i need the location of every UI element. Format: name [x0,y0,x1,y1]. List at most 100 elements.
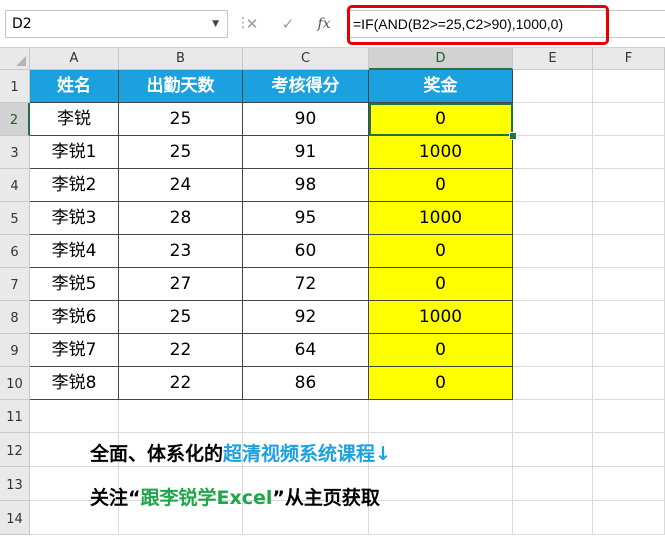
fill-handle[interactable] [509,132,517,140]
score-cell[interactable]: 92 [243,301,369,334]
column-header-c[interactable]: C [243,48,369,70]
bonus-cell[interactable]: 0 [369,268,513,301]
name-cell[interactable]: 李锐5 [30,268,119,301]
cancel-icon[interactable]: ✕ [240,12,264,36]
empty-cell[interactable] [513,268,593,301]
column-header-d[interactable]: D [369,48,513,70]
empty-cell[interactable] [513,235,593,268]
empty-cell[interactable] [513,169,593,202]
header-cell-score[interactable]: 考核得分 [243,70,369,103]
row-header-2[interactable]: 2 [0,103,30,136]
empty-cell[interactable] [119,400,243,433]
bonus-cell[interactable]: 0 [369,103,513,136]
column-header-f[interactable]: F [593,48,665,70]
empty-cell[interactable] [593,467,665,501]
attendance-cell[interactable]: 22 [119,367,243,400]
score-cell[interactable]: 95 [243,202,369,235]
empty-cell[interactable] [30,400,119,433]
enter-icon[interactable]: ✓ [276,12,300,36]
name-cell[interactable]: 李锐 [30,103,119,136]
empty-cell[interactable] [513,103,593,136]
empty-cell[interactable] [243,400,369,433]
bonus-cell[interactable]: 0 [369,235,513,268]
score-cell[interactable]: 72 [243,268,369,301]
empty-cell[interactable] [513,202,593,235]
name-cell[interactable]: 李锐8 [30,367,119,400]
empty-cell[interactable] [513,301,593,334]
attendance-cell[interactable]: 24 [119,169,243,202]
column-header-a[interactable]: A [30,48,119,70]
attendance-cell[interactable]: 25 [119,301,243,334]
bonus-cell[interactable]: 0 [369,367,513,400]
row-header-7[interactable]: 7 [0,268,30,301]
empty-cell[interactable] [513,136,593,169]
name-cell[interactable]: 李锐3 [30,202,119,235]
select-all-button[interactable] [0,48,30,70]
empty-cell[interactable] [593,400,665,433]
score-cell[interactable]: 98 [243,169,369,202]
empty-cell[interactable] [593,202,665,235]
bonus-cell[interactable]: 0 [369,169,513,202]
name-box[interactable]: D2 ▼ [5,10,228,38]
empty-cell[interactable] [593,268,665,301]
empty-cell[interactable] [513,400,593,433]
score-cell[interactable]: 91 [243,136,369,169]
empty-cell[interactable] [513,467,593,501]
row-header-14[interactable]: 14 [0,501,30,535]
empty-cell[interactable] [369,501,513,535]
bonus-cell[interactable]: 1000 [369,202,513,235]
row-header-5[interactable]: 5 [0,202,30,235]
row-header-12[interactable]: 12 [0,433,30,467]
empty-cell[interactable] [593,169,665,202]
score-cell[interactable]: 60 [243,235,369,268]
header-cell-name[interactable]: 姓名 [30,70,119,103]
bonus-cell[interactable]: 1000 [369,136,513,169]
empty-cell[interactable] [593,136,665,169]
header-cell-attendance[interactable]: 出勤天数 [119,70,243,103]
name-cell[interactable]: 李锐7 [30,334,119,367]
score-cell[interactable]: 90 [243,103,369,136]
attendance-cell[interactable]: 25 [119,136,243,169]
empty-cell[interactable] [593,433,665,467]
bonus-cell[interactable]: 0 [369,334,513,367]
column-header-b[interactable]: B [119,48,243,70]
name-cell[interactable]: 李锐4 [30,235,119,268]
bonus-cell[interactable]: 1000 [369,301,513,334]
name-cell[interactable]: 李锐1 [30,136,119,169]
row-header-13[interactable]: 13 [0,467,30,501]
attendance-cell[interactable]: 25 [119,103,243,136]
row-header-9[interactable]: 9 [0,334,30,367]
row-header-4[interactable]: 4 [0,169,30,202]
empty-cell[interactable] [593,301,665,334]
empty-cell[interactable] [369,467,513,501]
empty-cell[interactable] [593,235,665,268]
empty-cell[interactable] [593,70,665,103]
row-header-10[interactable]: 10 [0,367,30,400]
attendance-cell[interactable]: 28 [119,202,243,235]
empty-cell[interactable] [513,367,593,400]
row-header-11[interactable]: 11 [0,400,30,433]
column-header-e[interactable]: E [513,48,593,70]
row-header-3[interactable]: 3 [0,136,30,169]
empty-cell[interactable] [513,433,593,467]
header-cell-bonus[interactable]: 奖金 [369,70,513,103]
empty-cell[interactable] [593,501,665,535]
name-cell[interactable]: 李锐6 [30,301,119,334]
empty-cell[interactable] [513,334,593,367]
empty-cell[interactable] [513,70,593,103]
row-header-1[interactable]: 1 [0,70,30,103]
attendance-cell[interactable]: 22 [119,334,243,367]
empty-cell[interactable] [593,334,665,367]
empty-cell[interactable] [369,400,513,433]
score-cell[interactable]: 64 [243,334,369,367]
chevron-down-icon[interactable]: ▼ [212,11,219,37]
name-cell[interactable]: 李锐2 [30,169,119,202]
row-header-8[interactable]: 8 [0,301,30,334]
empty-cell[interactable] [513,501,593,535]
empty-cell[interactable] [593,103,665,136]
score-cell[interactable]: 86 [243,367,369,400]
attendance-cell[interactable]: 23 [119,235,243,268]
row-header-6[interactable]: 6 [0,235,30,268]
insert-function-icon[interactable]: fx [312,12,336,36]
attendance-cell[interactable]: 27 [119,268,243,301]
